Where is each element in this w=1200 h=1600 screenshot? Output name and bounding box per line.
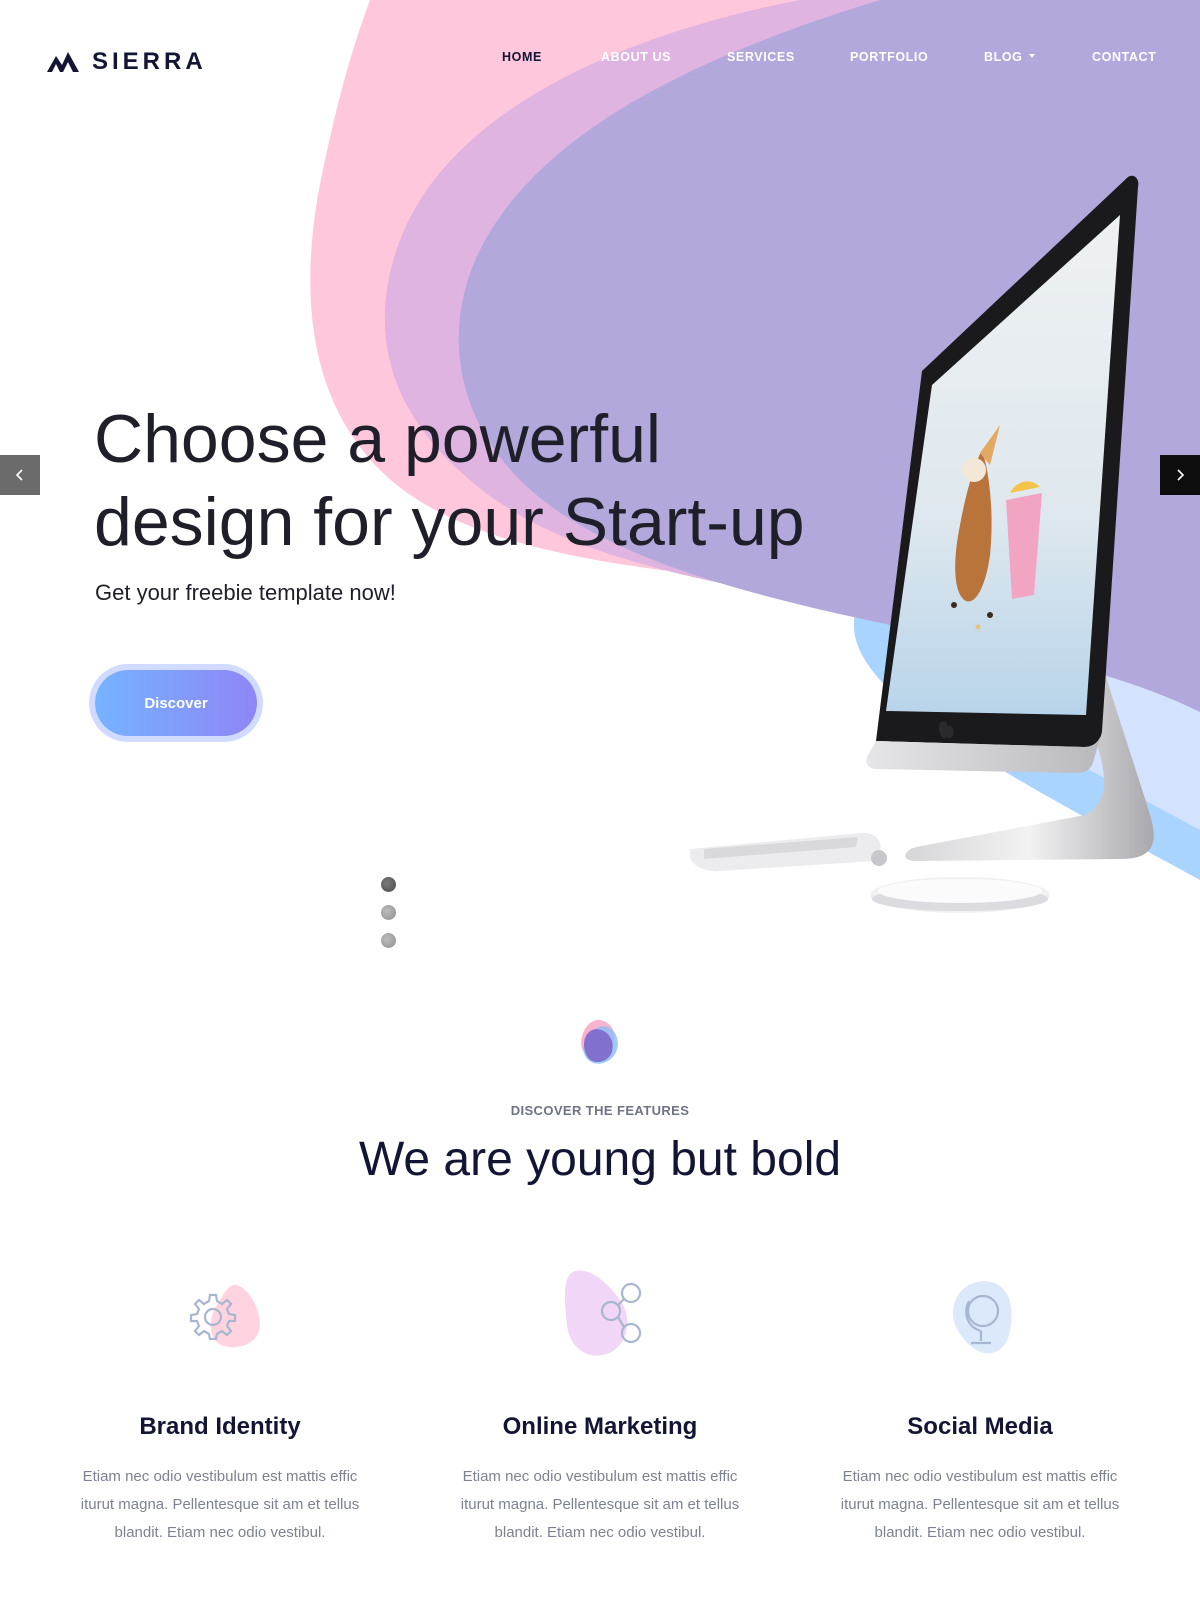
slider-dot-3[interactable] — [381, 933, 396, 948]
chevron-down-icon — [1028, 53, 1035, 58]
slider-prev-button[interactable] — [0, 455, 40, 495]
feature-icon-wrap — [925, 1265, 1035, 1375]
feature-title: Social Media — [907, 1413, 1053, 1440]
hero-title: Choose a powerful design for your Start-… — [94, 398, 914, 564]
slider-pagination — [381, 877, 397, 960]
site-header: SIERRA HOME ABOUT US SERVICES PORTFOLIO … — [0, 0, 1200, 125]
feature-card-online-marketing: Online Marketing Etiam nec odio vestibul… — [430, 1265, 770, 1547]
slider-dot-2[interactable] — [381, 905, 396, 920]
features-eyebrow: DISCOVER THE FEATURES — [510, 1103, 690, 1118]
feature-icon-wrap — [545, 1265, 655, 1375]
slider-next-button[interactable] — [1160, 455, 1200, 495]
slider-dot-1[interactable] — [381, 877, 396, 892]
feature-title: Brand Identity — [139, 1413, 301, 1440]
main-nav: HOME ABOUT US SERVICES PORTFOLIO BLOG CO… — [0, 50, 1200, 70]
discover-button[interactable]: Discover — [95, 670, 257, 736]
nav-services[interactable]: SERVICES — [727, 50, 795, 64]
globe-icon — [953, 1281, 1012, 1354]
feature-description: Etiam nec odio vestibulum est mattis eff… — [840, 1468, 1120, 1541]
hero-title-line-1: Choose a powerful — [94, 401, 662, 477]
gear-icon — [189, 1284, 260, 1348]
features-section: DISCOVER THE FEATURES We are young but b… — [0, 960, 1200, 1600]
chevron-left-icon — [15, 469, 23, 481]
hero-subtitle: Get your freebie template now! — [95, 580, 396, 605]
feature-description: Etiam nec odio vestibulum est mattis eff… — [80, 1468, 360, 1541]
nav-blog[interactable]: BLOG — [984, 50, 1035, 64]
nav-blog-label: BLOG — [984, 50, 1023, 64]
features-title: We are young but bold — [358, 1133, 842, 1186]
feature-card-social-media: Social Media Etiam nec odio vestibulum e… — [810, 1265, 1150, 1547]
feature-icon-wrap — [165, 1265, 275, 1375]
feature-card-brand-identity: Brand Identity Etiam nec odio vestibulum… — [50, 1265, 390, 1547]
nav-about-us[interactable]: ABOUT US — [601, 50, 671, 64]
blob-logo-icon — [581, 1019, 618, 1064]
feature-description: Etiam nec odio vestibulum est mattis eff… — [460, 1468, 740, 1541]
share-icon — [564, 1270, 642, 1356]
nav-contact[interactable]: CONTACT — [1092, 50, 1156, 64]
hero-title-line-2: design for your Start-up — [94, 484, 805, 560]
nav-home[interactable]: HOME — [502, 50, 542, 64]
hero-slider: SIERRA HOME ABOUT US SERVICES PORTFOLIO … — [0, 0, 1200, 960]
feature-title: Online Marketing — [502, 1413, 698, 1440]
chevron-right-icon — [1177, 469, 1185, 481]
nav-portfolio[interactable]: PORTFOLIO — [850, 50, 928, 64]
